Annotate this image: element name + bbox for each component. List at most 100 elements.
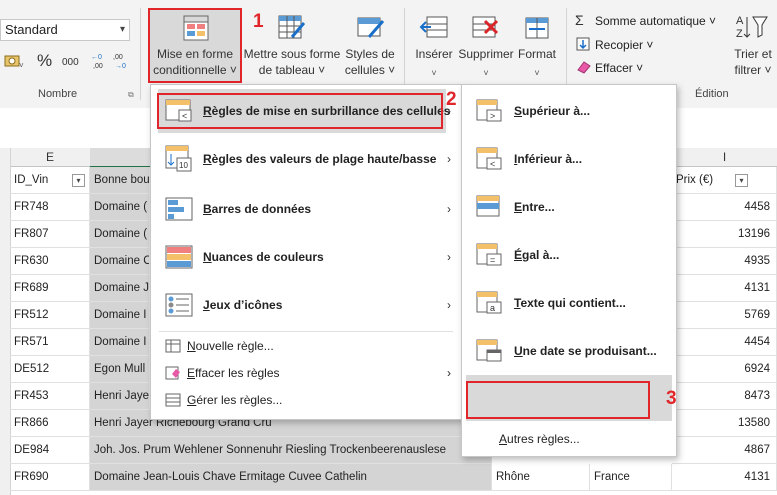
format-label: Format <box>517 47 556 61</box>
cell-prix[interactable]: 4131 <box>672 464 777 491</box>
cell-prix[interactable]: 4131 <box>672 275 777 302</box>
new-rule-icon <box>165 339 181 353</box>
icon-sets-icon <box>165 293 193 317</box>
cell-prix[interactable]: 13580 <box>672 410 777 437</box>
format-as-table-label-1: Mettre sous forme <box>243 47 341 61</box>
number-format-dropdown[interactable]: Standard ▾ <box>0 19 130 41</box>
cell-prix[interactable]: 4454 <box>672 329 777 356</box>
menu-item-label: ntre... <box>522 200 555 214</box>
increase-decimal-icon[interactable]: ←0,00 <box>91 51 109 70</box>
menu-item-label: exte qui contient... <box>520 296 626 310</box>
chevron-right-icon: › <box>447 152 451 166</box>
cell-name[interactable]: Domaine ( <box>90 194 150 221</box>
currency-format-icon[interactable]: ˅ <box>4 52 26 70</box>
cell-name[interactable]: Domaine ( <box>90 221 150 248</box>
data-bars-icon <box>165 197 193 221</box>
cell-name[interactable]: Domaine J <box>90 275 150 302</box>
menu-item-icon-sets[interactable]: Jeux d’icônes › <box>151 283 461 327</box>
menu-item-label: ne date se produisant... <box>522 344 657 358</box>
cell-id[interactable]: FR748 <box>10 194 90 221</box>
cell-id[interactable]: FR690 <box>10 464 90 491</box>
cell-prix[interactable]: 4867 <box>672 437 777 464</box>
submenu-item-date-occurring[interactable]: Une date se produisant... <box>462 329 676 373</box>
insert-button[interactable]: Insérer ˅ <box>410 10 458 82</box>
cell-name[interactable]: Joh. Jos. Prum Wehlener Sonnenuhr Riesli… <box>90 437 492 464</box>
column-header-i[interactable]: I <box>672 148 777 167</box>
decrease-decimal-icon[interactable]: ,00 →0 <box>113 51 131 70</box>
dialog-launcher-icon[interactable]: ⧉ <box>128 90 134 100</box>
format-as-table-icon <box>278 15 306 41</box>
submenu-item-greater-than[interactable]: > Supérieur à... <box>462 89 676 133</box>
format-as-table-button[interactable]: Mettre sous forme de tableau ˅ <box>242 10 342 82</box>
cell-id[interactable]: FR571 <box>10 329 90 356</box>
menu-item-new-rule[interactable]: Nouvelle règle... <box>151 333 461 359</box>
submenu-item-between[interactable]: Entre... <box>462 185 676 229</box>
cell-prix[interactable]: 5769 <box>672 302 777 329</box>
autosum-button[interactable]: Σ Somme automatique ˅ <box>575 12 717 30</box>
cell-name[interactable]: Domaine I <box>90 302 150 329</box>
submenu-item-text-contains[interactable]: a Texte qui contient... <box>462 281 676 325</box>
submenu-item-equal-to[interactable]: = Égal à... <box>462 233 676 277</box>
column-header-e[interactable]: E <box>10 148 91 167</box>
autosum-label: Somme automatique ˅ <box>595 14 717 28</box>
header-cell-prix[interactable]: Prix (€) ▾ <box>672 167 777 194</box>
svg-text:,00: ,00 <box>93 63 103 69</box>
cell-prix[interactable]: 13196 <box>672 221 777 248</box>
header-cell-bonne[interactable]: Bonne bou <box>90 167 150 194</box>
menu-item-label: upérieur à... <box>522 104 591 118</box>
menu-item-mnemonic: E <box>514 200 523 214</box>
format-button[interactable]: Format ˅ <box>514 10 560 82</box>
svg-text:,00: ,00 <box>113 54 123 61</box>
sort-filter-label-1: Trier et <box>734 47 772 61</box>
delete-button[interactable]: Supprimer ˅ <box>458 10 514 82</box>
fill-down-icon <box>576 37 590 51</box>
cell-region[interactable]: Rhône <box>492 464 590 491</box>
menu-item-mnemonic: U <box>514 344 523 358</box>
cell-pays[interactable]: France <box>590 464 672 491</box>
cell-name[interactable]: Domaine C <box>90 248 150 275</box>
clear-button[interactable]: Effacer ˅ <box>575 59 675 77</box>
cell-styles-button[interactable]: Styles de cellules ˅ <box>340 10 400 82</box>
cell-id[interactable]: DE512 <box>10 356 90 383</box>
header-cell-id[interactable]: ID_Vin ▾ <box>10 167 90 194</box>
menu-item-mnemonic: N <box>187 339 196 353</box>
cell-id[interactable]: DE984 <box>10 437 90 464</box>
chevron-right-icon: › <box>447 250 451 264</box>
fill-button[interactable]: Recopier ˅ <box>575 36 675 54</box>
header-id-label: ID_Vin <box>14 174 49 186</box>
delete-cells-icon <box>471 15 501 41</box>
cell-prix[interactable]: 4458 <box>672 194 777 221</box>
filter-dropdown-icon[interactable]: ▾ <box>72 174 85 187</box>
clear-label: Effacer ˅ <box>595 61 644 75</box>
cell-prix[interactable]: 4935 <box>672 248 777 275</box>
cell-name[interactable]: Domaine Jean-Louis Chave Ermitage Cuvee … <box>90 464 492 491</box>
filter-dropdown-icon[interactable]: ▾ <box>735 174 748 187</box>
group-label-nombre: Nombre <box>38 88 78 100</box>
submenu-item-more-rules[interactable]: Autres règles... <box>462 426 676 452</box>
menu-item-data-bars[interactable]: Barres de données › <box>151 187 461 231</box>
cell-prix[interactable]: 6924 <box>672 356 777 383</box>
cell-id[interactable]: FR512 <box>10 302 90 329</box>
cell-prix[interactable]: 8473 <box>672 383 777 410</box>
menu-item-color-scales[interactable]: Nuances de couleurs › <box>151 235 461 279</box>
cell-name[interactable]: Egon Mull <box>90 356 150 383</box>
menu-item-top-bottom-rules[interactable]: 10 Règles des valeurs de plage haute/bas… <box>151 137 461 181</box>
svg-text:<: < <box>490 159 495 169</box>
thousands-separator-button[interactable]: 000 <box>62 57 79 68</box>
percent-button[interactable]: % <box>37 51 52 71</box>
sort-filter-button[interactable]: AZ Trier et filtrer ˅ <box>728 10 777 82</box>
cell-id[interactable]: FR689 <box>10 275 90 302</box>
cell-id[interactable]: FR453 <box>10 383 90 410</box>
menu-item-manage-rules[interactable]: Gérer les règles... <box>151 387 461 413</box>
color-scales-icon <box>165 245 193 269</box>
submenu-item-less-than[interactable]: < Inférieur à... <box>462 137 676 181</box>
cell-id[interactable]: FR807 <box>10 221 90 248</box>
cell-name[interactable]: Domaine I <box>90 329 150 356</box>
menu-item-mnemonic: B <box>203 202 212 216</box>
menu-item-label: utres règles... <box>507 432 580 446</box>
chevron-right-icon: › <box>447 366 451 380</box>
cell-name[interactable]: Henri Jaye <box>90 383 150 410</box>
cell-id[interactable]: FR866 <box>10 410 90 437</box>
cell-id[interactable]: FR630 <box>10 248 90 275</box>
menu-item-clear-rules[interactable]: Effacer les règles › <box>151 360 461 386</box>
